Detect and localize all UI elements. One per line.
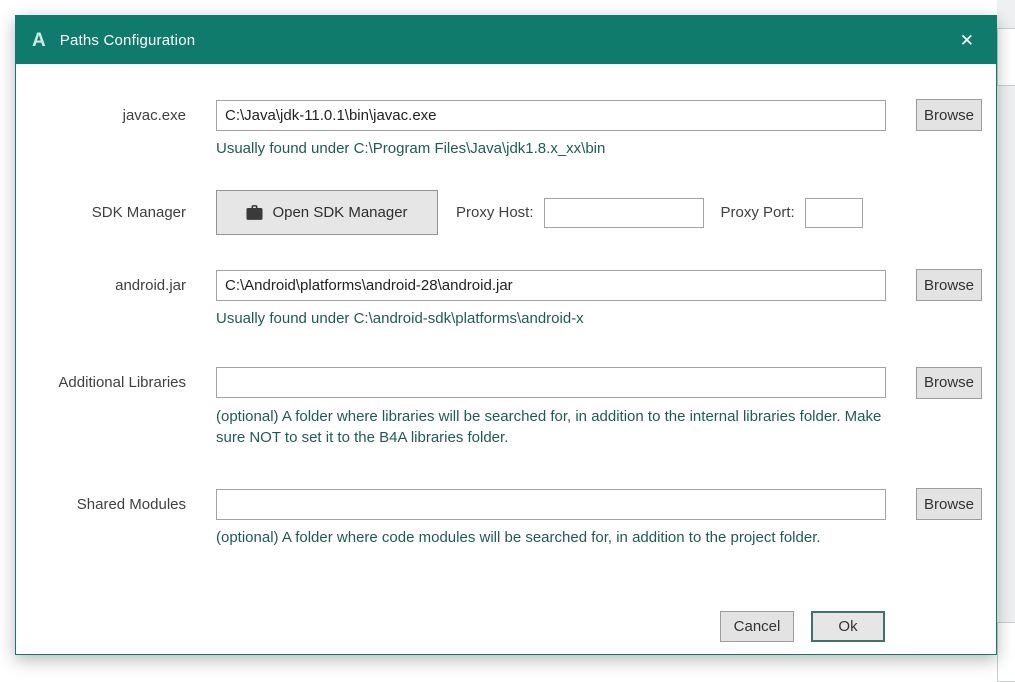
- background-strip: [997, 0, 1015, 670]
- open-sdk-manager-button-label: Open SDK Manager: [272, 204, 407, 221]
- background-panel-top: [997, 28, 1015, 86]
- android-jar-browse-button[interactable]: Browse: [916, 269, 982, 301]
- android-jar-hint: Usually found under C:\android-sdk\platf…: [216, 308, 896, 329]
- javac-browse-button[interactable]: Browse: [916, 99, 982, 131]
- shared-modules-hint: (optional) A folder where code modules w…: [216, 527, 896, 548]
- window-title: Paths Configuration: [60, 32, 196, 49]
- proxy-host-input[interactable]: [544, 198, 704, 228]
- shared-modules-browse-button[interactable]: Browse: [916, 488, 982, 520]
- sdk-manager-label: SDK Manager: [16, 204, 216, 221]
- sdk-manager-row: SDK Manager Open SDK Manager Proxy Host:…: [16, 190, 996, 235]
- ok-button[interactable]: Ok: [811, 611, 885, 642]
- proxy-host-label: Proxy Host:: [456, 204, 534, 221]
- javac-path-input[interactable]: [216, 100, 886, 131]
- android-jar-row: android.jar Browse: [16, 269, 996, 301]
- javac-label: javac.exe: [16, 107, 216, 124]
- shared-modules-path-input[interactable]: [216, 489, 886, 520]
- android-jar-path-input[interactable]: [216, 270, 886, 301]
- javac-row: javac.exe Browse: [16, 99, 996, 131]
- footer: Cancel Ok: [720, 611, 885, 642]
- javac-hint: Usually found under C:\Program Files\Jav…: [216, 138, 896, 159]
- additional-libraries-label: Additional Libraries: [16, 374, 216, 391]
- additional-libraries-path-input[interactable]: [216, 367, 886, 398]
- close-icon[interactable]: ✕: [958, 28, 976, 53]
- additional-libraries-hint: (optional) A folder where libraries will…: [216, 406, 896, 449]
- dialog-content: javac.exe Browse Usually found under C:\…: [16, 64, 996, 654]
- titlebar[interactable]: A Paths Configuration ✕: [16, 16, 996, 64]
- shared-modules-label: Shared Modules: [16, 496, 216, 513]
- sdk-manager-icon: [246, 205, 263, 220]
- shared-modules-row: Shared Modules Browse: [16, 488, 996, 520]
- app-logo-icon: A: [32, 31, 46, 50]
- android-jar-label: android.jar: [16, 277, 216, 294]
- proxy-port-input[interactable]: [805, 198, 863, 228]
- background-panel-bottom: [997, 622, 1015, 682]
- paths-configuration-dialog: A Paths Configuration ✕ javac.exe Browse…: [15, 15, 997, 655]
- additional-libraries-row: Additional Libraries Browse: [16, 367, 996, 399]
- cancel-button[interactable]: Cancel: [720, 611, 794, 642]
- open-sdk-manager-button[interactable]: Open SDK Manager: [216, 190, 438, 235]
- additional-libraries-browse-button[interactable]: Browse: [916, 367, 982, 399]
- proxy-port-label: Proxy Port:: [721, 204, 795, 221]
